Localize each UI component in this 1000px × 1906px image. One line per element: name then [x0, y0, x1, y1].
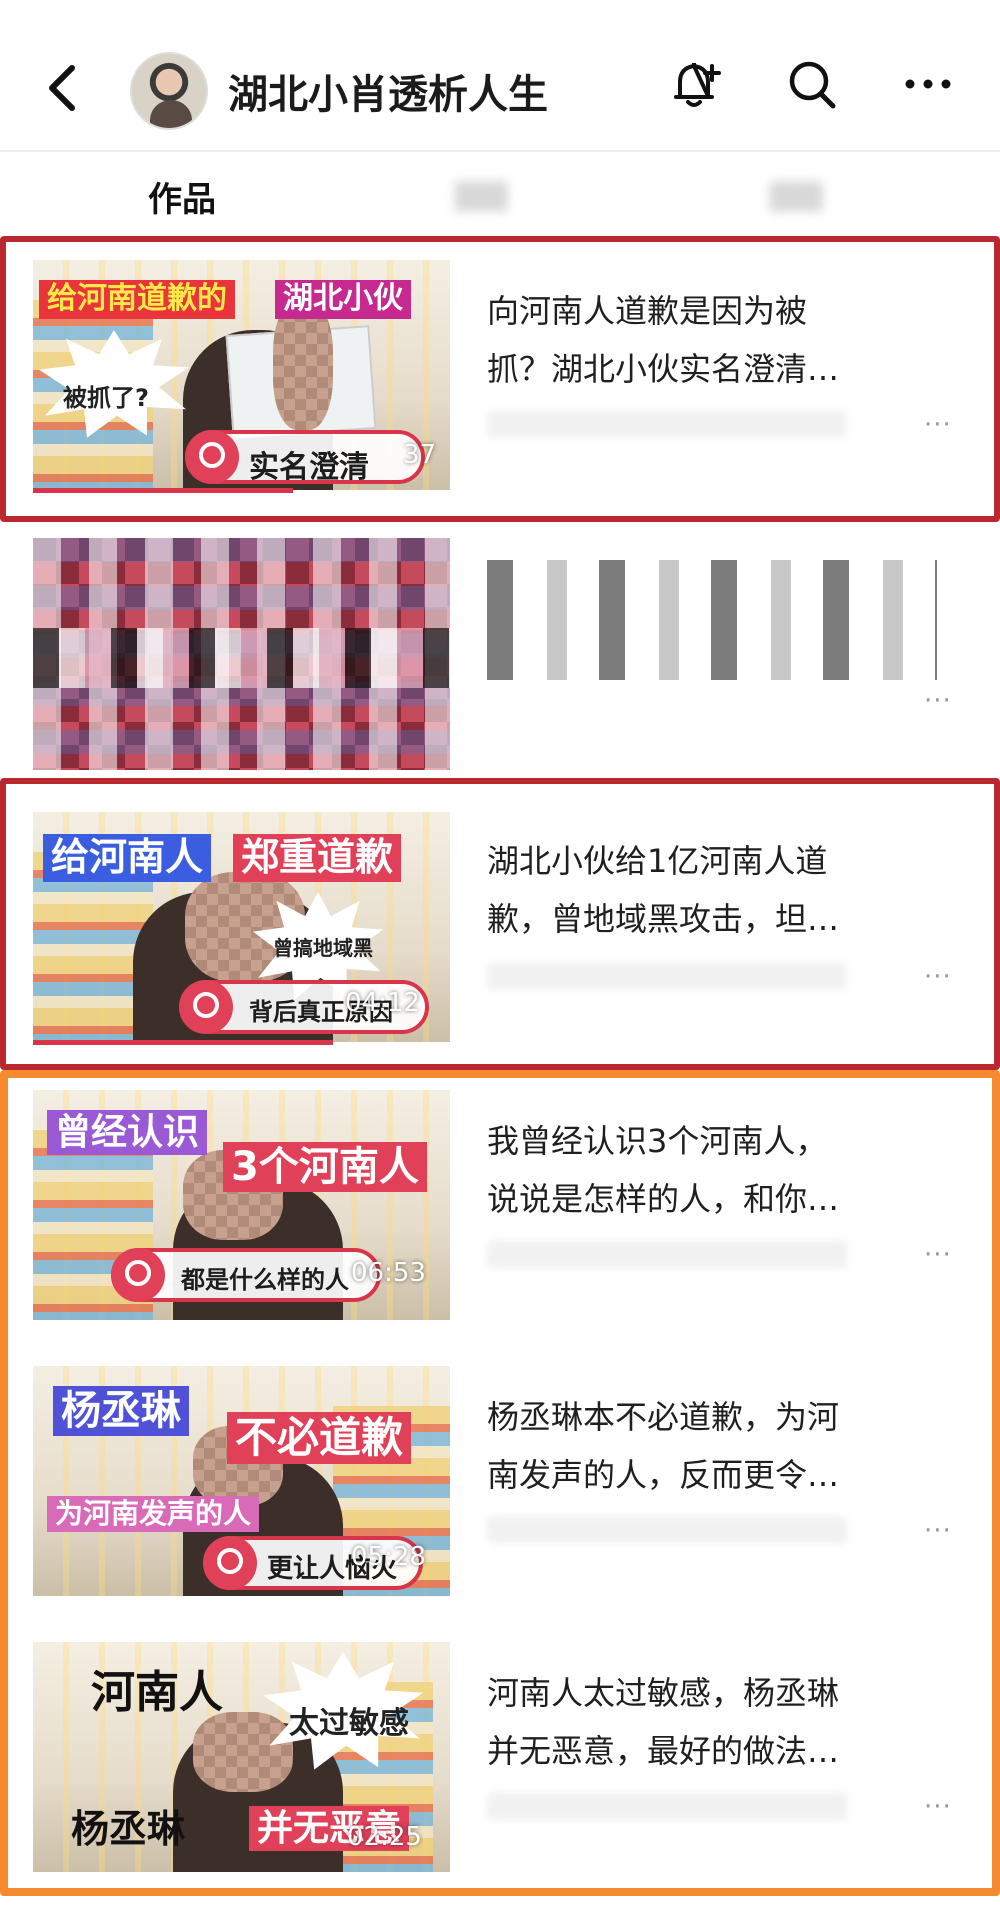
bell-plus-icon[interactable] — [668, 56, 724, 112]
tab-blurred-3[interactable]: ▆▆ — [770, 172, 822, 212]
video-title-pixelated[interactable] — [487, 560, 937, 680]
tab-works[interactable]: 作品 — [148, 172, 216, 221]
highlight-box-orange — [0, 1070, 1000, 1896]
more-dots-icon[interactable] — [900, 56, 956, 112]
chevron-left-icon[interactable] — [38, 58, 88, 118]
search-icon[interactable] — [784, 56, 840, 112]
top-bar: 湖北小肖透析人生 — [0, 0, 1000, 150]
avatar[interactable] — [130, 52, 208, 130]
video-thumbnail-pixelated[interactable] — [33, 538, 450, 770]
tab-blurred-2[interactable]: ▆▆ — [455, 172, 507, 212]
tab-bar: 作品 ▆▆ ▆▆ — [0, 152, 1000, 237]
more-dots-icon[interactable]: ··· — [924, 686, 952, 716]
profile-title[interactable]: 湖北小肖透析人生 — [228, 62, 548, 120]
highlight-box-red — [0, 778, 1000, 1070]
highlight-box-red — [0, 236, 1000, 522]
